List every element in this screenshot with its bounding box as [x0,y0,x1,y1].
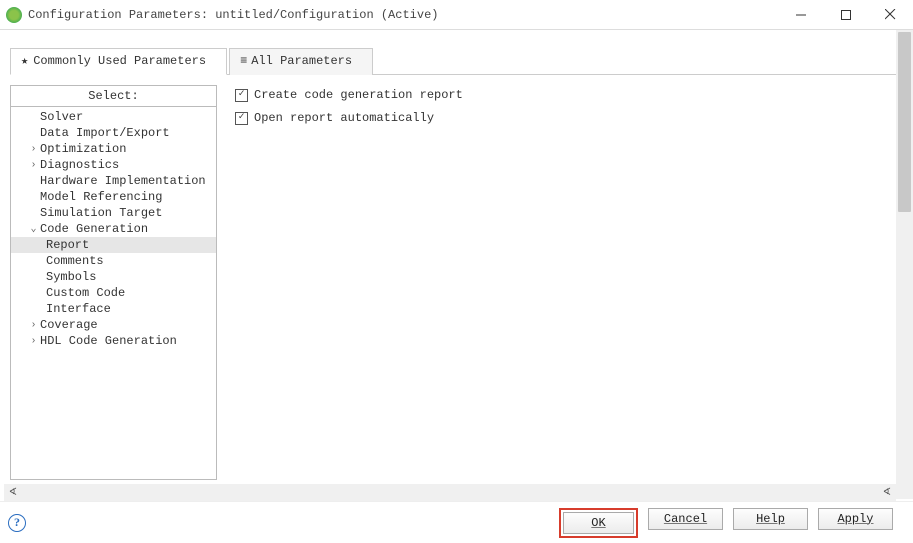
vertical-scrollbar[interactable] [896,30,913,499]
tab-all-parameters[interactable]: ≡ All Parameters [229,48,373,75]
window-buttons [778,1,913,29]
option-label: Create code generation report [254,88,463,102]
maximize-button[interactable] [823,1,868,29]
help-button[interactable]: Help [733,508,808,530]
main-area: Select: SolverData Import/Export›Optimiz… [2,75,913,480]
tree-item-label: Symbols [45,270,96,284]
checkbox-icon[interactable] [235,89,248,102]
tree-item-label: Optimization [39,142,126,156]
ok-button[interactable]: OK [563,512,634,534]
expand-arrow-icon[interactable]: › [28,144,39,155]
tree-item-simulation-target[interactable]: Simulation Target [11,205,216,221]
scroll-right-icon[interactable]: ∢ [881,487,893,499]
tree-item-custom-code[interactable]: Custom Code [11,285,216,301]
minimize-icon [796,10,806,20]
bottom-bar: ? OK Cancel Help Apply [0,501,913,543]
tree-header: Select: [11,86,216,107]
expand-arrow-icon[interactable]: › [28,320,39,331]
option-create-report[interactable]: Create code generation report [235,85,905,105]
tree-item-symbols[interactable]: Symbols [11,269,216,285]
option-label: Open report automatically [254,111,434,125]
cancel-button[interactable]: Cancel [648,508,723,530]
tree-item-solver[interactable]: Solver [11,109,216,125]
checkbox-icon[interactable] [235,112,248,125]
category-tree-panel: Select: SolverData Import/Export›Optimiz… [10,85,217,480]
tree-item-diagnostics[interactable]: ›Diagnostics [11,157,216,173]
tree-item-report[interactable]: Report [11,237,216,253]
tree-item-label: HDL Code Generation [39,334,177,348]
star-icon: ★ [21,53,28,68]
dialog-buttons: OK Cancel Help Apply [559,508,893,538]
tree-item-label: Diagnostics [39,158,119,172]
expand-arrow-icon[interactable]: › [28,336,39,347]
expand-arrow-icon[interactable]: › [28,160,39,171]
tree-item-hardware-implementation[interactable]: Hardware Implementation [11,173,216,189]
horizontal-scrollbar[interactable]: ∢ ∢ [4,484,896,501]
tree-item-optimization[interactable]: ›Optimization [11,141,216,157]
tree-item-data-import-export[interactable]: Data Import/Export [11,125,216,141]
tree-item-code-generation[interactable]: ⌄Code Generation [11,221,216,237]
options-panel: Create code generation report Open repor… [235,85,905,480]
scroll-left-icon[interactable]: ∢ [7,487,19,499]
apply-button[interactable]: Apply [818,508,893,530]
tree-item-label: Data Import/Export [39,126,170,140]
tabs-row: ★ Commonly Used Parameters ≡ All Paramet… [2,32,913,74]
close-button[interactable] [868,1,913,29]
maximize-icon [841,10,851,20]
content-wrap: ★ Commonly Used Parameters ≡ All Paramet… [0,30,913,501]
list-icon: ≡ [240,54,246,68]
tab-commonly-used[interactable]: ★ Commonly Used Parameters [10,48,227,75]
tab-label: All Parameters [251,54,352,68]
context-help-icon[interactable]: ? [8,514,26,532]
tree-item-comments[interactable]: Comments [11,253,216,269]
content-area: ★ Commonly Used Parameters ≡ All Paramet… [0,30,913,543]
tree-item-label: Coverage [39,318,98,332]
tree-item-interface[interactable]: Interface [11,301,216,317]
tree-item-label: Hardware Implementation [39,174,206,188]
window-title: Configuration Parameters: untitled/Confi… [28,8,778,22]
tree-item-label: Solver [39,110,83,124]
tree-item-model-referencing[interactable]: Model Referencing [11,189,216,205]
tree-item-label: Custom Code [45,286,125,300]
title-bar: Configuration Parameters: untitled/Confi… [0,0,913,30]
close-icon [885,9,896,20]
tree-item-label: Report [45,238,89,252]
tree-item-hdl-code-generation[interactable]: ›HDL Code Generation [11,333,216,349]
app-icon [6,7,22,23]
category-tree[interactable]: SolverData Import/Export›Optimization›Di… [11,107,216,349]
tree-item-label: Comments [45,254,104,268]
minimize-button[interactable] [778,1,823,29]
scrollbar-thumb[interactable] [898,32,911,212]
expand-arrow-icon[interactable]: ⌄ [28,223,39,235]
tree-item-label: Simulation Target [39,206,162,220]
tree-item-coverage[interactable]: ›Coverage [11,317,216,333]
ok-button-focus-ring: OK [559,508,638,538]
tree-item-label: Code Generation [39,222,148,236]
tree-item-label: Model Referencing [39,190,162,204]
tree-item-label: Interface [45,302,111,316]
option-open-auto[interactable]: Open report automatically [235,108,905,128]
tab-label: Commonly Used Parameters [33,54,206,68]
